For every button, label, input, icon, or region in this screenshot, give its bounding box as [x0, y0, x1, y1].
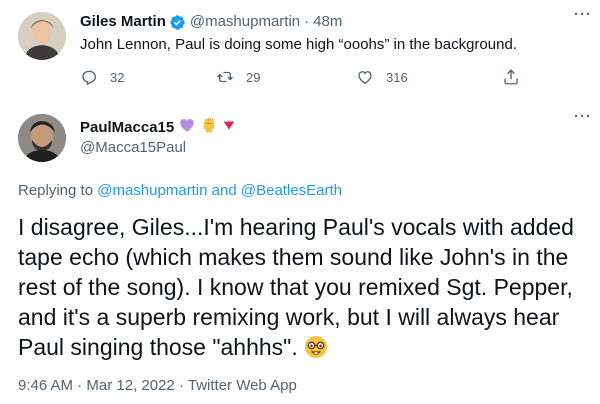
reply-button[interactable]: 32 — [80, 68, 124, 86]
tweet-actions: 32 29 316 — [80, 68, 540, 88]
more-options-icon[interactable]: ··· — [574, 108, 592, 125]
separator: · — [77, 377, 83, 394]
purple-heart-icon — [178, 116, 196, 140]
retweet-button[interactable]: 29 — [216, 68, 260, 86]
verified-badge-icon — [169, 14, 186, 31]
tweet-text: I disagree, Giles...I'm hearing Paul's v… — [18, 212, 598, 362]
avatar[interactable] — [18, 12, 66, 60]
reply-count: 32 — [110, 69, 125, 85]
tweet-source[interactable]: Twitter Web App — [188, 377, 297, 394]
tweet-text-line: rest of the song). I know that you remix… — [18, 274, 573, 300]
replying-and[interactable]: and — [208, 182, 241, 199]
tweet-date[interactable]: Mar 12, 2022 — [86, 377, 174, 394]
tweet-text-line: tape echo (which makes them sound like J… — [18, 244, 569, 270]
retweet-icon — [216, 71, 234, 83]
like-icon — [358, 71, 372, 85]
nerd-face-icon — [304, 335, 328, 359]
avatar[interactable] — [18, 114, 66, 162]
tweet-text-line: I disagree, Giles...I'm hearing Paul's v… — [18, 214, 574, 240]
tweet-header: PaulMacca15 — [80, 116, 236, 140]
like-count: 316 — [386, 69, 408, 85]
replying-to: Replying to @mashupmartin and @BeatlesEa… — [18, 181, 342, 201]
share-button[interactable] — [502, 68, 520, 86]
mention-link[interactable]: @mashupmartin — [97, 182, 207, 199]
share-icon — [504, 69, 518, 85]
tweet-text-line: and it's a superb remixing work, but I w… — [18, 304, 560, 330]
replying-prefix: Replying to — [18, 182, 98, 199]
raised-fist-icon — [200, 116, 218, 140]
tweet-text: John Lennon, Paul is doing some high “oo… — [80, 36, 517, 53]
like-button[interactable]: 316 — [356, 68, 408, 86]
separator: · — [178, 377, 184, 394]
tweet-time[interactable]: 48m — [313, 12, 342, 32]
author-name[interactable]: PaulMacca15 — [80, 118, 174, 138]
tweet-text-line-last: Paul singing those "ahhhs". — [18, 332, 598, 362]
tweet-meta: 9:46 AM · Mar 12, 2022 · Twitter Web App — [18, 376, 297, 396]
author-handle[interactable]: @mashupmartin — [190, 12, 300, 32]
red-triangle-icon — [222, 118, 236, 138]
tweet-header: Giles Martin @mashupmartin · 48m — [80, 12, 342, 32]
retweet-count: 29 — [246, 69, 261, 85]
tweet-time[interactable]: 9:46 AM — [18, 377, 73, 394]
separator: · — [304, 13, 310, 30]
author-name[interactable]: Giles Martin — [80, 12, 166, 32]
tweet-text-line: Paul singing those "ahhhs". — [18, 334, 298, 360]
reply-icon — [82, 70, 97, 86]
mention-link[interactable]: @BeatlesEarth — [241, 182, 342, 199]
author-handle[interactable]: @Macca15Paul — [80, 138, 186, 158]
more-options-icon[interactable]: ··· — [574, 6, 592, 23]
parent-tweet[interactable]: Giles Martin @mashupmartin · 48m ··· Joh… — [0, 0, 600, 102]
